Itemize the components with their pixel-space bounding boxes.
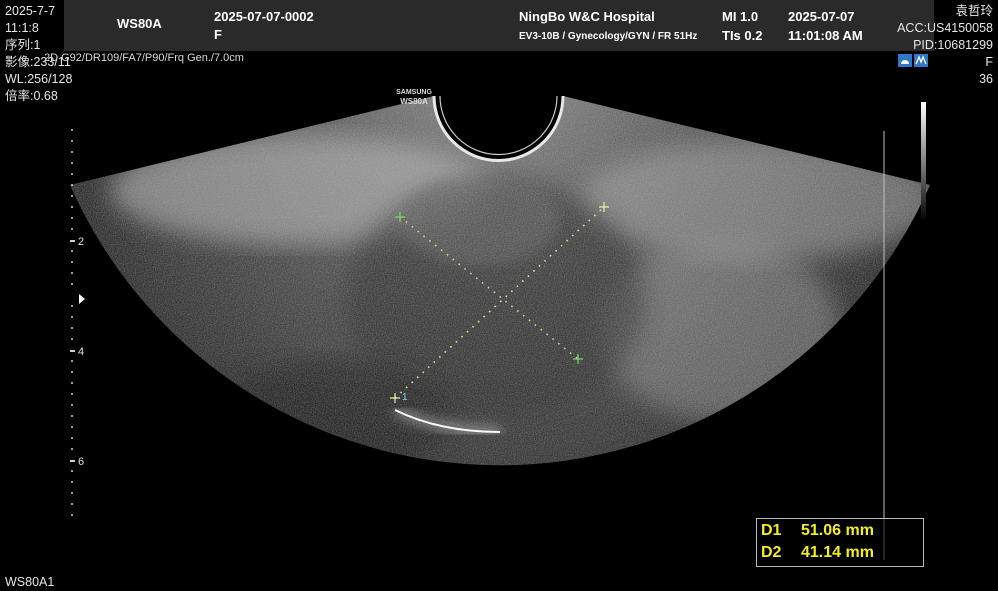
series-number: 序列:1 [5, 38, 41, 52]
patient-name: 袁哲玲 [955, 4, 993, 18]
probe-label-model: WS80A [400, 97, 428, 106]
exam-date: 2025-07-07 [788, 9, 855, 24]
depth-label-6: 6 [78, 456, 85, 468]
ultrasound-image: 1 [70, 95, 930, 560]
patient-sex: F [214, 27, 222, 42]
exam-id: 2025-07-07-0002 [214, 9, 314, 24]
left-date: 2025-7-7 [5, 4, 56, 18]
hospital-name: NingBo W&C Hospital [519, 9, 655, 24]
accession-number: ACC:US4150058 [897, 21, 993, 35]
measurement-d1-value: 51.06 mm [801, 522, 874, 539]
thermal-index: TIs 0.2 [722, 28, 763, 43]
measurement-d1-label: D1 [761, 522, 782, 539]
measurement-d1: D1 51.06 mm [761, 522, 874, 540]
patient-sex-right: F [985, 55, 993, 69]
window-level: WL:256/128 [5, 72, 73, 86]
measurement-d2-label: D2 [761, 544, 782, 561]
depth-label-2: 2 [78, 236, 85, 248]
measurement-d2: D2 41.14 mm [761, 544, 874, 562]
patient-id: PID:10681299 [913, 38, 993, 52]
focus-marker [79, 294, 85, 304]
station-name: WS80A1 [5, 575, 55, 589]
header-bar [64, 0, 934, 51]
imaging-params: 2D G92/DR109/FA7/P90/Frq Gen./7.0cm [44, 52, 244, 64]
mechanical-index: MI 1.0 [722, 9, 759, 24]
depth-label-4: 4 [78, 346, 85, 358]
patient-age: 36 [979, 72, 993, 86]
caliper-d2-label: 1 [402, 392, 408, 403]
probe-mode-icon [898, 54, 928, 67]
gray-scale-bar [921, 102, 926, 222]
zoom-ratio: 倍率:0.68 [5, 89, 58, 103]
measurement-results: D1 51.06 mm D2 41.14 mm [756, 518, 924, 567]
exam-time: 11:01:08 AM [788, 28, 863, 43]
probe-info: EV3-10B / Gynecology/GYN / FR 51Hz [519, 31, 698, 42]
left-time: 11:1:8 [5, 21, 39, 35]
probe-label-brand: SAMSUNG [396, 89, 432, 96]
machine-name: WS80A [117, 16, 162, 31]
measurement-d2-value: 41.14 mm [801, 544, 874, 561]
